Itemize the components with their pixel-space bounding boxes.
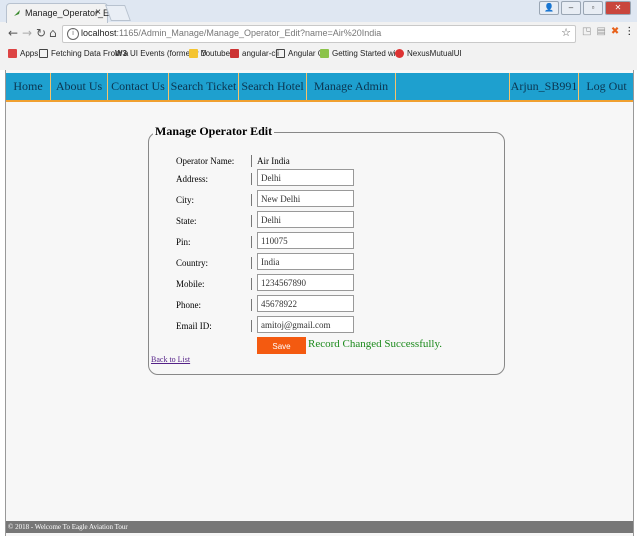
- separator: [251, 236, 252, 248]
- extension-icon[interactable]: ◳: [582, 26, 591, 37]
- separator: [251, 155, 252, 167]
- bookmarks-bar: Apps Fetching Data From a W3 UI Events (f…: [0, 46, 637, 64]
- folder-icon: [189, 49, 198, 58]
- mobile-label: Mobile:: [176, 279, 205, 289]
- home-icon[interactable]: ⌂: [49, 26, 57, 40]
- bookmark-star-icon[interactable]: ☆: [561, 26, 571, 39]
- url-host: localhost: [81, 28, 117, 38]
- country-label: Country:: [176, 258, 209, 268]
- menu-user[interactable]: Arjun_SB991: [509, 73, 578, 100]
- page-icon: [39, 49, 48, 58]
- separator: [251, 173, 252, 185]
- navigation-row: ← → ↻ ⌂ i localhost:1165/Admin_Manage/Ma…: [0, 22, 637, 44]
- window-controls: 👤 – ▫ ✕: [539, 1, 631, 15]
- new-tab-button[interactable]: [105, 5, 131, 21]
- address-field[interactable]: [257, 169, 354, 186]
- url-path: :1165/Admin_Manage/Manage_Operator_Edit?…: [116, 28, 382, 38]
- tab-strip: Manage_Operator_Edit - × 👤 – ▫ ✕: [0, 0, 637, 23]
- form-legend: Manage Operator Edit: [153, 124, 275, 139]
- main-menu: Home About Us Contact Us Search Ticket S…: [6, 73, 633, 102]
- bookmark-apps[interactable]: Apps: [8, 49, 38, 58]
- phone-label: Phone:: [176, 300, 202, 310]
- browser-tab[interactable]: Manage_Operator_Edit - ×: [6, 3, 124, 23]
- city-label: City:: [176, 195, 195, 205]
- bookmark-label: NexusMutualUI: [407, 49, 462, 58]
- menu-logout[interactable]: Log Out: [578, 73, 634, 100]
- menu-dots-icon[interactable]: ⋮: [624, 26, 634, 37]
- extension-icons: ◳ ▤ ✖ ⋮: [582, 26, 634, 37]
- w3-icon: W3: [115, 49, 127, 58]
- page-icon: [276, 49, 285, 58]
- menu-about-us[interactable]: About Us: [51, 73, 108, 100]
- back-to-list-link[interactable]: Back to List: [151, 355, 190, 364]
- bookmark-label: Apps: [20, 49, 39, 58]
- extension-icon[interactable]: ▤: [596, 26, 605, 37]
- bookmark-icon: [320, 49, 329, 58]
- country-field[interactable]: [257, 253, 354, 270]
- address-bar[interactable]: i localhost:1165/Admin_Manage/Manage_Ope…: [62, 25, 576, 43]
- menu-search-hotel[interactable]: Search Hotel: [239, 73, 307, 100]
- bookmark-item[interactable]: Youtube: [189, 49, 230, 58]
- operator-name-value: Air India: [257, 156, 290, 166]
- apps-grid-icon: [8, 49, 17, 58]
- page-favicon-icon: [14, 10, 20, 16]
- maximize-icon[interactable]: ▫: [583, 1, 603, 15]
- bookmark-label: Youtube: [201, 49, 231, 58]
- email-label: Email ID:: [176, 321, 212, 331]
- state-label: State:: [176, 216, 197, 226]
- back-arrow-icon[interactable]: ←: [8, 26, 18, 40]
- extension-icon[interactable]: ✖: [611, 26, 619, 37]
- separator: [251, 299, 252, 311]
- bookmark-label: angular-cli: [242, 49, 279, 58]
- angular-icon: [230, 49, 239, 58]
- separator: [251, 215, 252, 227]
- minimize-icon[interactable]: –: [561, 1, 581, 15]
- page-footer: © 2018 - Welcome To Eagle Aviation Tour: [6, 521, 633, 533]
- angular-icon: [395, 49, 404, 58]
- phone-field[interactable]: [257, 295, 354, 312]
- state-field[interactable]: [257, 211, 354, 228]
- mobile-field[interactable]: [257, 274, 354, 291]
- bookmark-item[interactable]: Getting Started with: [320, 49, 402, 58]
- save-button[interactable]: Save: [257, 337, 306, 354]
- pin-field[interactable]: [257, 232, 354, 249]
- address-label: Address:: [176, 174, 208, 184]
- forward-arrow-icon[interactable]: →: [22, 26, 32, 40]
- status-message: Record Changed Successfully.: [308, 338, 443, 350]
- separator: [251, 278, 252, 290]
- menu-search-ticket[interactable]: Search Ticket: [169, 73, 239, 100]
- browser-chrome: Manage_Operator_Edit - × 👤 – ▫ ✕ ← → ↻ ⌂…: [0, 0, 637, 70]
- bookmark-label: Getting Started with: [332, 49, 403, 58]
- separator: [251, 194, 252, 206]
- bookmark-item[interactable]: NexusMutualUI: [395, 49, 462, 58]
- menu-contact-us[interactable]: Contact Us: [108, 73, 169, 100]
- menu-manage-admin[interactable]: Manage Admin: [307, 73, 396, 100]
- url-text: localhost:1165/Admin_Manage/Manage_Opera…: [81, 28, 381, 38]
- info-icon[interactable]: i: [67, 28, 79, 40]
- web-page: Home About Us Contact Us Search Ticket S…: [5, 70, 634, 536]
- bookmark-item[interactable]: angular-cli: [230, 49, 279, 58]
- menu-home[interactable]: Home: [6, 73, 51, 100]
- pin-label: Pin:: [176, 237, 191, 247]
- reload-icon[interactable]: ↻: [36, 26, 46, 40]
- operator-name-label: Operator Name:: [176, 156, 235, 166]
- user-icon[interactable]: 👤: [539, 1, 559, 15]
- separator: [251, 320, 252, 332]
- city-field[interactable]: [257, 190, 354, 207]
- separator: [251, 257, 252, 269]
- close-window-icon[interactable]: ✕: [605, 1, 631, 15]
- tab-close-icon[interactable]: ×: [95, 7, 101, 18]
- email-field[interactable]: [257, 316, 354, 333]
